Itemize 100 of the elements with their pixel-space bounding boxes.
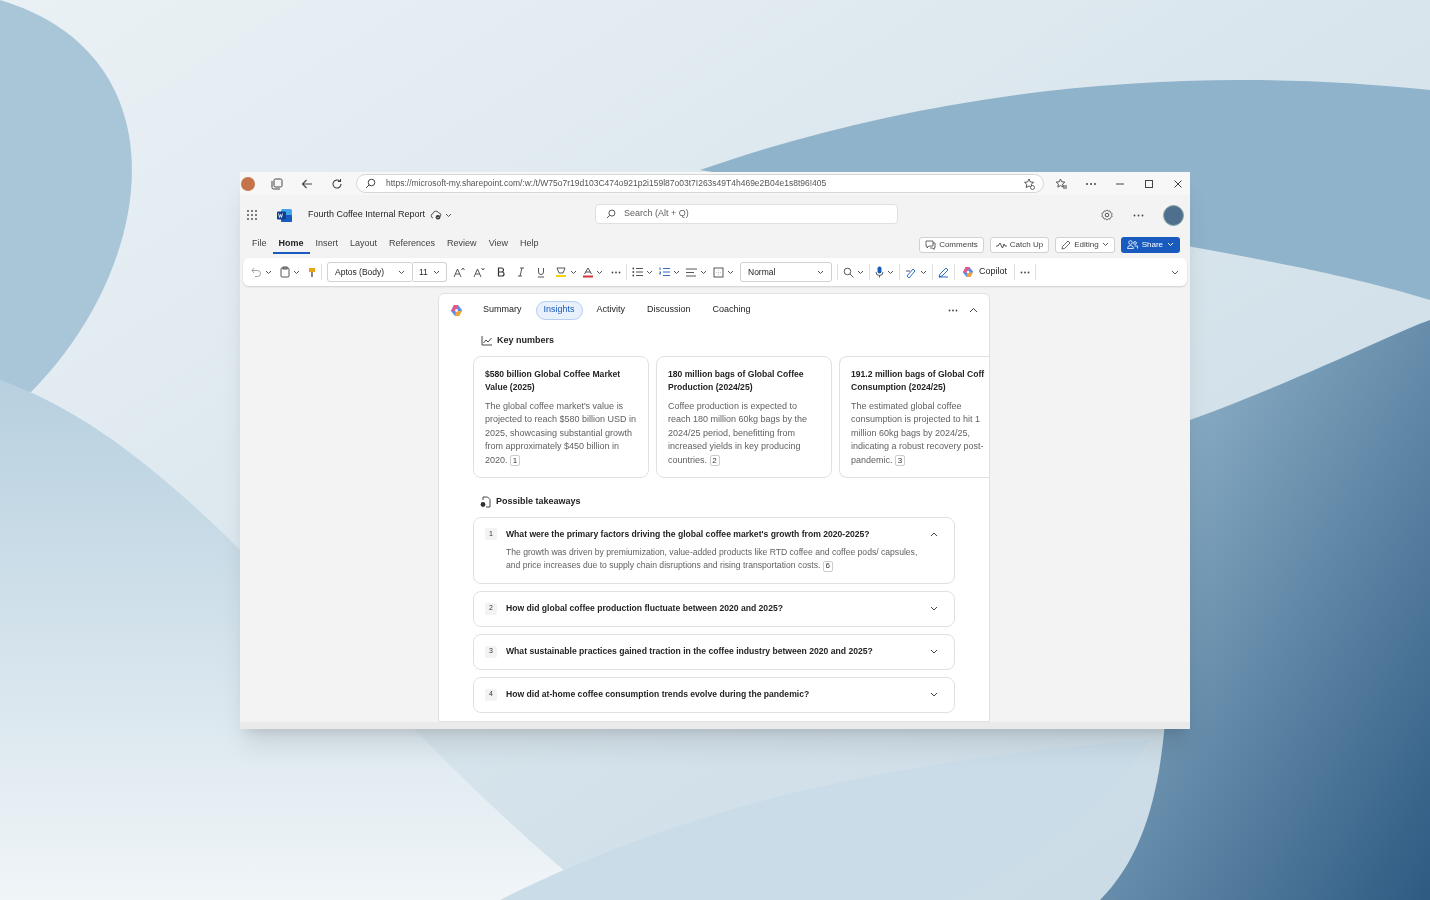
more-icon[interactable] xyxy=(1085,181,1097,186)
chevron-down-icon[interactable] xyxy=(930,692,938,698)
editing-button[interactable]: Editing xyxy=(1055,236,1115,253)
grow-font-icon[interactable] xyxy=(453,266,465,278)
chevron-down-icon xyxy=(570,269,577,275)
menu-tab[interactable]: View xyxy=(482,235,514,254)
panel-tab[interactable]: Coaching xyxy=(704,300,759,320)
more-icon[interactable] xyxy=(948,308,958,312)
pen-icon[interactable] xyxy=(938,266,949,278)
borders-icon[interactable] xyxy=(713,266,724,278)
clipboard-icon[interactable] xyxy=(280,266,290,278)
numbered-list-icon[interactable] xyxy=(659,267,670,277)
align-left-icon[interactable] xyxy=(686,267,697,277)
bullet-list-icon[interactable] xyxy=(632,267,643,277)
address-bar[interactable]: https://microsoft-my.sharepoint.com/:w:/t/W75o7r19d103C474o921p2i159l87o03t7I263s49T4h469e2B04e1s8t96!405 xyxy=(356,174,1044,193)
panel-tab[interactable]: Discussion xyxy=(639,300,699,320)
star-add-icon[interactable] xyxy=(1023,177,1035,190)
citation-marker[interactable]: 2 xyxy=(709,454,720,466)
shrink-font-icon[interactable] xyxy=(473,266,485,278)
user-avatar[interactable] xyxy=(1163,204,1184,226)
copilot-logo-icon xyxy=(450,303,463,317)
search-icon[interactable] xyxy=(843,266,854,278)
citation-marker[interactable]: 6 xyxy=(822,560,833,572)
menu-tab[interactable]: Home xyxy=(272,235,310,254)
search-field[interactable]: Search (Alt + Q) xyxy=(595,204,898,224)
menu-tab[interactable]: File xyxy=(246,235,273,254)
chevron-up-icon[interactable] xyxy=(930,531,938,537)
card-title: 191.2 million bags of Global Coff Consumption (2024/25) xyxy=(851,368,986,394)
card-text: Coffee production is expected to reach 180 million 60kg bags by the 2024/25 period, benefitting from increased yields in key producing countries. 2 xyxy=(668,400,809,468)
menu-tab[interactable]: Help xyxy=(514,235,545,254)
share-button[interactable]: Share xyxy=(1120,236,1180,253)
chevron-down-icon[interactable] xyxy=(444,212,452,218)
chevron-down-icon xyxy=(1167,242,1174,247)
menu-tab[interactable]: Review xyxy=(441,235,483,254)
catchup-button[interactable]: Catch Up xyxy=(989,236,1050,253)
search-icon xyxy=(365,178,376,189)
more-icon[interactable] xyxy=(611,270,621,274)
people-icon xyxy=(1126,240,1138,249)
chevron-down-icon xyxy=(857,269,864,275)
panel-tab[interactable]: Summary xyxy=(475,300,530,320)
document-title[interactable]: Fourth Coffee Internal Report xyxy=(308,208,425,222)
favorites-icon[interactable] xyxy=(1055,177,1068,190)
editor-icon[interactable] xyxy=(905,266,917,278)
bold-icon[interactable] xyxy=(497,267,505,277)
url-text: https://microsoft-my.sharepoint.com/:w:/t/W75o7r19d103C474o921p2i159l87o03t7I263s49T4h469e2B04e1s8t96!405 xyxy=(386,177,827,190)
citation-marker[interactable]: 3 xyxy=(895,454,906,466)
card-text: The global coffee market's value is projected to reach $580 billion USD in 2025, showcasing substantial growth from approximately $450 billion in 2020. 1 xyxy=(485,400,637,468)
card-text: The estimated global coffee consumption is projected to hit 1 million 60kg bags by 2024/25, indicating a robust recovery post- pandemic. 3 xyxy=(851,400,985,468)
panel-tab[interactable]: Insights xyxy=(535,300,583,320)
comments-button[interactable]: Comments xyxy=(919,236,984,253)
tab-actions-icon[interactable] xyxy=(271,177,283,190)
chevron-down-icon xyxy=(646,269,653,275)
settings-icon[interactable] xyxy=(1101,209,1113,221)
copilot-button[interactable]: Copilot xyxy=(960,262,1009,282)
chevron-down-icon xyxy=(817,269,824,275)
menu-tab[interactable]: References xyxy=(383,235,442,254)
profile-avatar[interactable] xyxy=(241,176,255,191)
card-title: $580 billion Global Coffee Market Value (2025) xyxy=(485,368,622,394)
card-title: 180 million bags of Global Coffee Production (2024/25) xyxy=(668,368,805,394)
back-arrow-icon[interactable] xyxy=(301,177,313,190)
chevron-down-icon[interactable] xyxy=(930,606,938,612)
style-dropdown[interactable]: Normal xyxy=(740,262,832,282)
highlighter-icon[interactable] xyxy=(555,266,567,278)
chevron-down-icon xyxy=(1101,242,1109,247)
question-text: What were the primary factors driving the global coffee market's growth from 2020-2025? xyxy=(506,528,870,541)
font-color-icon[interactable] xyxy=(583,266,593,278)
search-icon xyxy=(606,209,616,219)
menu-tab[interactable]: Layout xyxy=(344,235,384,254)
citation-marker[interactable]: 1 xyxy=(510,454,521,466)
panel-tab[interactable]: Activity xyxy=(588,300,634,320)
microphone-icon[interactable] xyxy=(875,266,884,278)
chevron-down-icon xyxy=(433,269,440,275)
pulse-line-icon xyxy=(995,240,1007,249)
font-name-dropdown[interactable]: Aptos (Body) xyxy=(327,262,413,282)
word-logo-icon[interactable] xyxy=(277,208,292,222)
font-size-dropdown[interactable]: 11 xyxy=(413,262,447,282)
copilot-logo-icon xyxy=(962,266,974,278)
takeaway-card[interactable] xyxy=(473,517,955,584)
chevron-down-icon xyxy=(265,269,272,275)
collapse-icon[interactable] xyxy=(969,307,978,313)
document-bullet-icon xyxy=(480,496,491,508)
section-heading: Key numbers xyxy=(497,334,555,348)
italic-icon[interactable] xyxy=(517,267,525,277)
refresh-icon[interactable] xyxy=(331,177,343,190)
app-launcher-icon[interactable] xyxy=(246,209,258,221)
close-icon[interactable] xyxy=(1173,178,1183,189)
chevron-down-icon xyxy=(673,269,680,275)
format-painter-icon[interactable] xyxy=(308,266,316,278)
chevron-down-icon xyxy=(700,269,707,275)
chevron-down-icon[interactable] xyxy=(930,649,938,655)
comment-icon xyxy=(925,239,937,250)
underline-icon[interactable] xyxy=(537,266,545,278)
menu-tab[interactable]: Insert xyxy=(309,235,345,254)
chevron-down-icon xyxy=(293,269,300,275)
more-icon[interactable] xyxy=(1020,270,1030,274)
expand-ribbon-icon[interactable] xyxy=(1171,269,1179,275)
more-icon[interactable] xyxy=(1133,213,1144,217)
cloud-check-icon[interactable] xyxy=(429,210,442,220)
maximize-icon[interactable] xyxy=(1144,178,1154,189)
answer-text: The growth was driven by premiumization, value-added products like RTD coffee and coffee pods/ capsules, and price increases due to supply chain disruptions and rising transportation costs. 6 xyxy=(506,545,919,573)
